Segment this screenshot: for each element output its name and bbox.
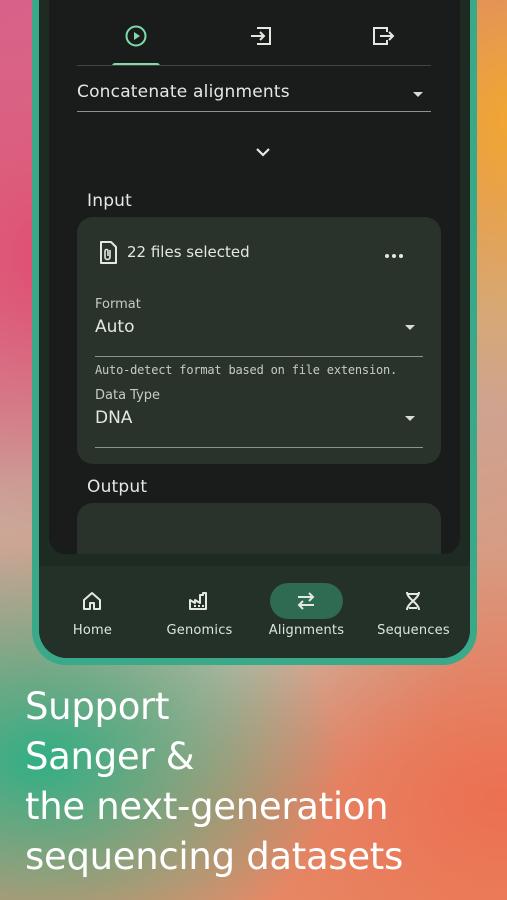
- nav-item-genomics[interactable]: Genomics: [146, 566, 253, 658]
- more-options-button[interactable]: [379, 243, 409, 263]
- nav-item-sequences[interactable]: Sequences: [360, 566, 467, 658]
- dropdown-caret-icon: [413, 92, 423, 97]
- tagline-line: sequencing datasets: [25, 835, 403, 878]
- data-type-select[interactable]: Data Type DNA: [95, 388, 423, 448]
- nav-item-alignments[interactable]: Alignments: [253, 566, 360, 658]
- top-tab-bar: [49, 0, 460, 66]
- files-selected-row[interactable]: 22 files selected: [95, 237, 423, 267]
- input-section-title: Input: [87, 191, 133, 211]
- swap-arrows-icon: [297, 592, 315, 610]
- bottom-navigation-bar: Home Genomics Alignments Sequences: [39, 566, 470, 658]
- output-card: [77, 503, 441, 554]
- factory-icon: [189, 592, 207, 610]
- data-type-label: Data Type: [95, 388, 161, 403]
- data-type-value: DNA: [95, 408, 133, 428]
- dna-icon: [406, 591, 420, 611]
- export-icon: [373, 27, 395, 45]
- tab-divider: [77, 65, 431, 66]
- tab-run[interactable]: [106, 0, 166, 66]
- tab-import[interactable]: [230, 0, 290, 66]
- tab-export[interactable]: [353, 0, 413, 66]
- format-select[interactable]: Format Auto: [95, 297, 423, 357]
- nav-label-home: Home: [72, 623, 113, 638]
- dropdown-caret-icon: [405, 416, 415, 421]
- paperclip-document-icon: [100, 241, 117, 264]
- phone-frame: Concatenate alignments Input 22 files se…: [32, 0, 477, 665]
- output-section-title: Output: [87, 477, 148, 497]
- more-horizontal-icon: [385, 254, 389, 258]
- tagline-line: Support: [25, 685, 170, 728]
- dropdown-caret-icon: [405, 325, 415, 330]
- nav-item-home[interactable]: Home: [39, 566, 146, 658]
- format-label: Format: [95, 297, 141, 312]
- method-select-value: Concatenate alignments: [77, 82, 290, 102]
- import-icon: [251, 27, 271, 45]
- files-selected-label: 22 files selected: [127, 243, 250, 261]
- phone-body: Concatenate alignments Input 22 files se…: [39, 0, 470, 658]
- home-icon: [83, 592, 101, 610]
- nav-label-sequences: Sequences: [377, 623, 450, 638]
- tagline-line: Sanger &: [25, 735, 195, 778]
- app-screen: Concatenate alignments Input 22 files se…: [49, 0, 460, 554]
- input-card: 22 files selected Format Auto Auto-detec…: [77, 217, 441, 464]
- promo-tagline: Support Sanger & the next-generation seq…: [25, 682, 495, 882]
- nav-label-genomics: Genomics: [166, 623, 233, 638]
- chevron-down-icon: [256, 148, 270, 157]
- format-value: Auto: [95, 317, 135, 337]
- nav-label-alignments: Alignments: [268, 623, 345, 638]
- format-helper-text: Auto-detect format based on file extensi…: [95, 363, 398, 377]
- play-circle-icon: [125, 25, 147, 47]
- expand-options-button[interactable]: [248, 140, 278, 164]
- method-select[interactable]: Concatenate alignments: [77, 78, 431, 112]
- tagline-line: the next-generation: [25, 785, 389, 828]
